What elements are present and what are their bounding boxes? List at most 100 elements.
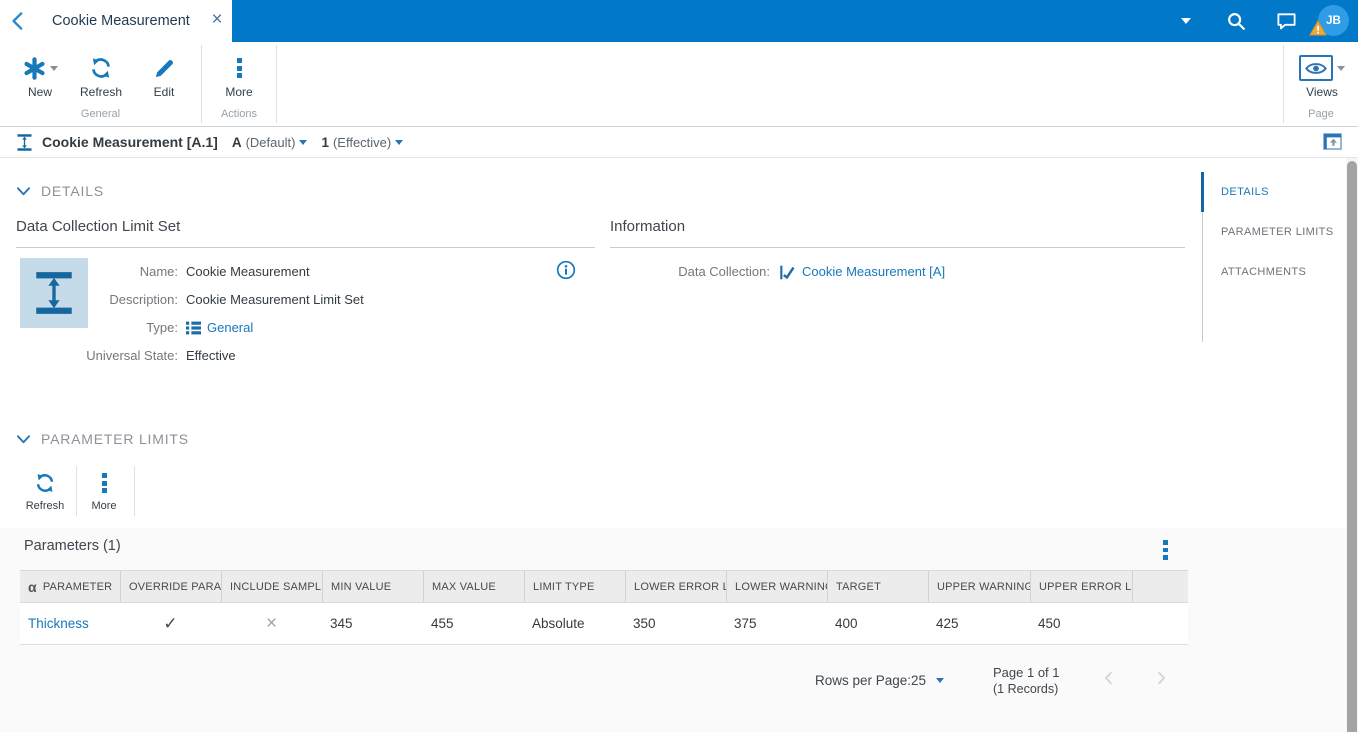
more-button-label: More: [225, 85, 253, 99]
revision-state: (Default): [245, 134, 296, 150]
back-button[interactable]: [6, 8, 32, 34]
divider: [610, 247, 1185, 248]
field-value: Effective: [186, 348, 236, 363]
field-label: Name:: [139, 264, 178, 279]
app-window: Cookie Measurement × JB New Refresh Edit…: [0, 0, 1358, 732]
tab-title[interactable]: Cookie Measurement: [52, 0, 190, 42]
field-row: Type: General: [0, 314, 595, 342]
refresh-button[interactable]: Refresh: [72, 53, 130, 99]
tab-close-button[interactable]: ×: [203, 0, 231, 42]
caret-down-icon: [49, 65, 58, 71]
check-icon: ✓: [163, 613, 178, 633]
max-value-cell: 455: [431, 616, 454, 631]
next-page-button[interactable]: [1152, 669, 1174, 691]
chevron-down-icon: [16, 435, 31, 444]
information-group-title: Information: [610, 218, 686, 235]
parameter-link[interactable]: Thickness: [28, 616, 89, 631]
main-toolbar: New Refresh Edit General More Actions Vi…: [0, 42, 1358, 127]
search-icon: [1227, 12, 1245, 30]
section-nav-item-attachments[interactable]: ATTACHMENTS: [1203, 252, 1345, 292]
column-header-parameter[interactable]: α PARAMETER: [20, 571, 120, 602]
chart-line-icon: [780, 265, 795, 279]
caret-down-icon: [395, 139, 404, 145]
column-header-upper-warning[interactable]: UPPER WARNING I: [928, 571, 1030, 602]
collapse-panel-icon: [1323, 133, 1342, 150]
column-header-upper-error-limit[interactable]: UPPER ERROR LIM: [1030, 571, 1132, 602]
field-value: Cookie Measurement Limit Set: [186, 292, 364, 307]
lower-error-limit-cell: 350: [633, 616, 656, 631]
grid-more-button[interactable]: More: [82, 468, 126, 512]
chevron-left-icon: [12, 12, 23, 30]
new-button[interactable]: New: [12, 53, 68, 99]
column-header-min-value[interactable]: MIN VALUE: [322, 571, 423, 602]
content-area: DETAILS Data Collection Limit Set Name: …: [0, 158, 1358, 732]
parameter-limits-toolbar: Refresh More: [0, 462, 1190, 520]
record-title: Cookie Measurement [A.1]: [42, 134, 218, 150]
asterisk-icon: [23, 56, 45, 80]
version-dropdown[interactable]: 1 (Effective): [321, 135, 404, 150]
caret-down-icon: [299, 139, 308, 145]
field-label: Description:: [109, 292, 178, 307]
section-nav-item-parameter-limits[interactable]: PARAMETER LIMITS: [1203, 212, 1345, 252]
column-header-lower-error-limit[interactable]: LOWER ERROR LIM: [625, 571, 726, 602]
limit-set-group-title: Data Collection Limit Set: [16, 218, 181, 235]
edit-button[interactable]: Edit: [138, 53, 190, 99]
collapse-panel-button[interactable]: [1323, 133, 1342, 150]
toolbar-group-label: Page: [1308, 108, 1334, 120]
grid-more-label: More: [91, 500, 117, 512]
revision-dropdown[interactable]: A (Default): [232, 135, 308, 150]
scrollbar-thumb[interactable]: [1347, 161, 1357, 732]
chat-icon: [1276, 13, 1296, 30]
scrollbar-track[interactable]: [1346, 158, 1358, 732]
new-button-label: New: [27, 85, 52, 99]
info-icon: [556, 260, 576, 280]
details-section-heading: DETAILS: [41, 183, 104, 199]
data-collection-link[interactable]: Cookie Measurement [A]: [802, 258, 945, 286]
section-nav: DETAILS PARAMETER LIMITS ATTACHMENTS: [1201, 172, 1345, 342]
views-button[interactable]: Views: [1292, 53, 1352, 99]
record-bar: Cookie Measurement [A.1] A (Default) 1 (…: [0, 127, 1358, 158]
column-header-limit-type[interactable]: LIMIT TYPE: [524, 571, 625, 602]
column-header-include-sample[interactable]: INCLUDE SAMPLE: [221, 571, 322, 602]
field-label: Type:: [146, 320, 178, 335]
grid-refresh-button[interactable]: Refresh: [18, 468, 72, 512]
toolbar-group-page: Views Page: [1283, 45, 1358, 123]
field-row: Name: Cookie Measurement: [0, 258, 595, 286]
section-nav-item-details[interactable]: DETAILS: [1201, 172, 1345, 212]
column-header-lower-warning[interactable]: LOWER WARNING: [726, 571, 827, 602]
field-row: Universal State: Effective: [0, 342, 595, 370]
parameter-limits-section-heading: PARAMETER LIMITS: [41, 431, 189, 447]
target-cell: 400: [835, 616, 858, 631]
previous-page-button[interactable]: [1100, 669, 1122, 691]
chat-button[interactable]: [1272, 0, 1300, 42]
field-label: Data Collection:: [678, 264, 770, 279]
search-button[interactable]: [1222, 0, 1250, 42]
info-button[interactable]: [556, 260, 576, 280]
cross-icon: ×: [265, 612, 278, 634]
more-button[interactable]: More: [212, 53, 266, 99]
rows-per-page-dropdown[interactable]: Rows per Page:25: [815, 670, 945, 690]
toolbar-group-label: Actions: [220, 108, 258, 120]
toolbar-group-actions: More Actions: [202, 45, 277, 123]
grid-refresh-label: Refresh: [25, 500, 65, 512]
parameter-limits-section-toggle[interactable]: PARAMETER LIMITS: [16, 431, 189, 447]
eye-icon: [1299, 55, 1333, 81]
column-header-max-value[interactable]: MAX VALUE: [423, 571, 524, 602]
toolbar-group-label: General: [80, 108, 121, 120]
table-row: Thickness ✓ × 345 455 Absolute 350 375 4…: [20, 603, 1188, 645]
divider: [16, 247, 595, 248]
parameters-table: αPARAMETER OVERRIDE PARAMI INCLUDE SAMPL…: [20, 570, 1188, 645]
caret-down-icon: [1181, 18, 1191, 24]
column-header-target[interactable]: TARGET: [827, 571, 928, 602]
kebab-icon: [101, 473, 107, 493]
empty-cell: [1132, 603, 1188, 644]
topbar-dropdown-button[interactable]: [1174, 0, 1198, 42]
type-link[interactable]: General: [207, 314, 253, 342]
grid-options-button[interactable]: [1163, 540, 1168, 560]
column-header-empty: [1132, 571, 1188, 602]
chevron-down-icon: [16, 187, 31, 196]
upper-warning-cell: 425: [936, 616, 959, 631]
column-header-override-parameter[interactable]: OVERRIDE PARAMI: [120, 571, 221, 602]
chevron-left-icon: [1105, 671, 1112, 685]
details-section-toggle[interactable]: DETAILS: [16, 183, 104, 199]
